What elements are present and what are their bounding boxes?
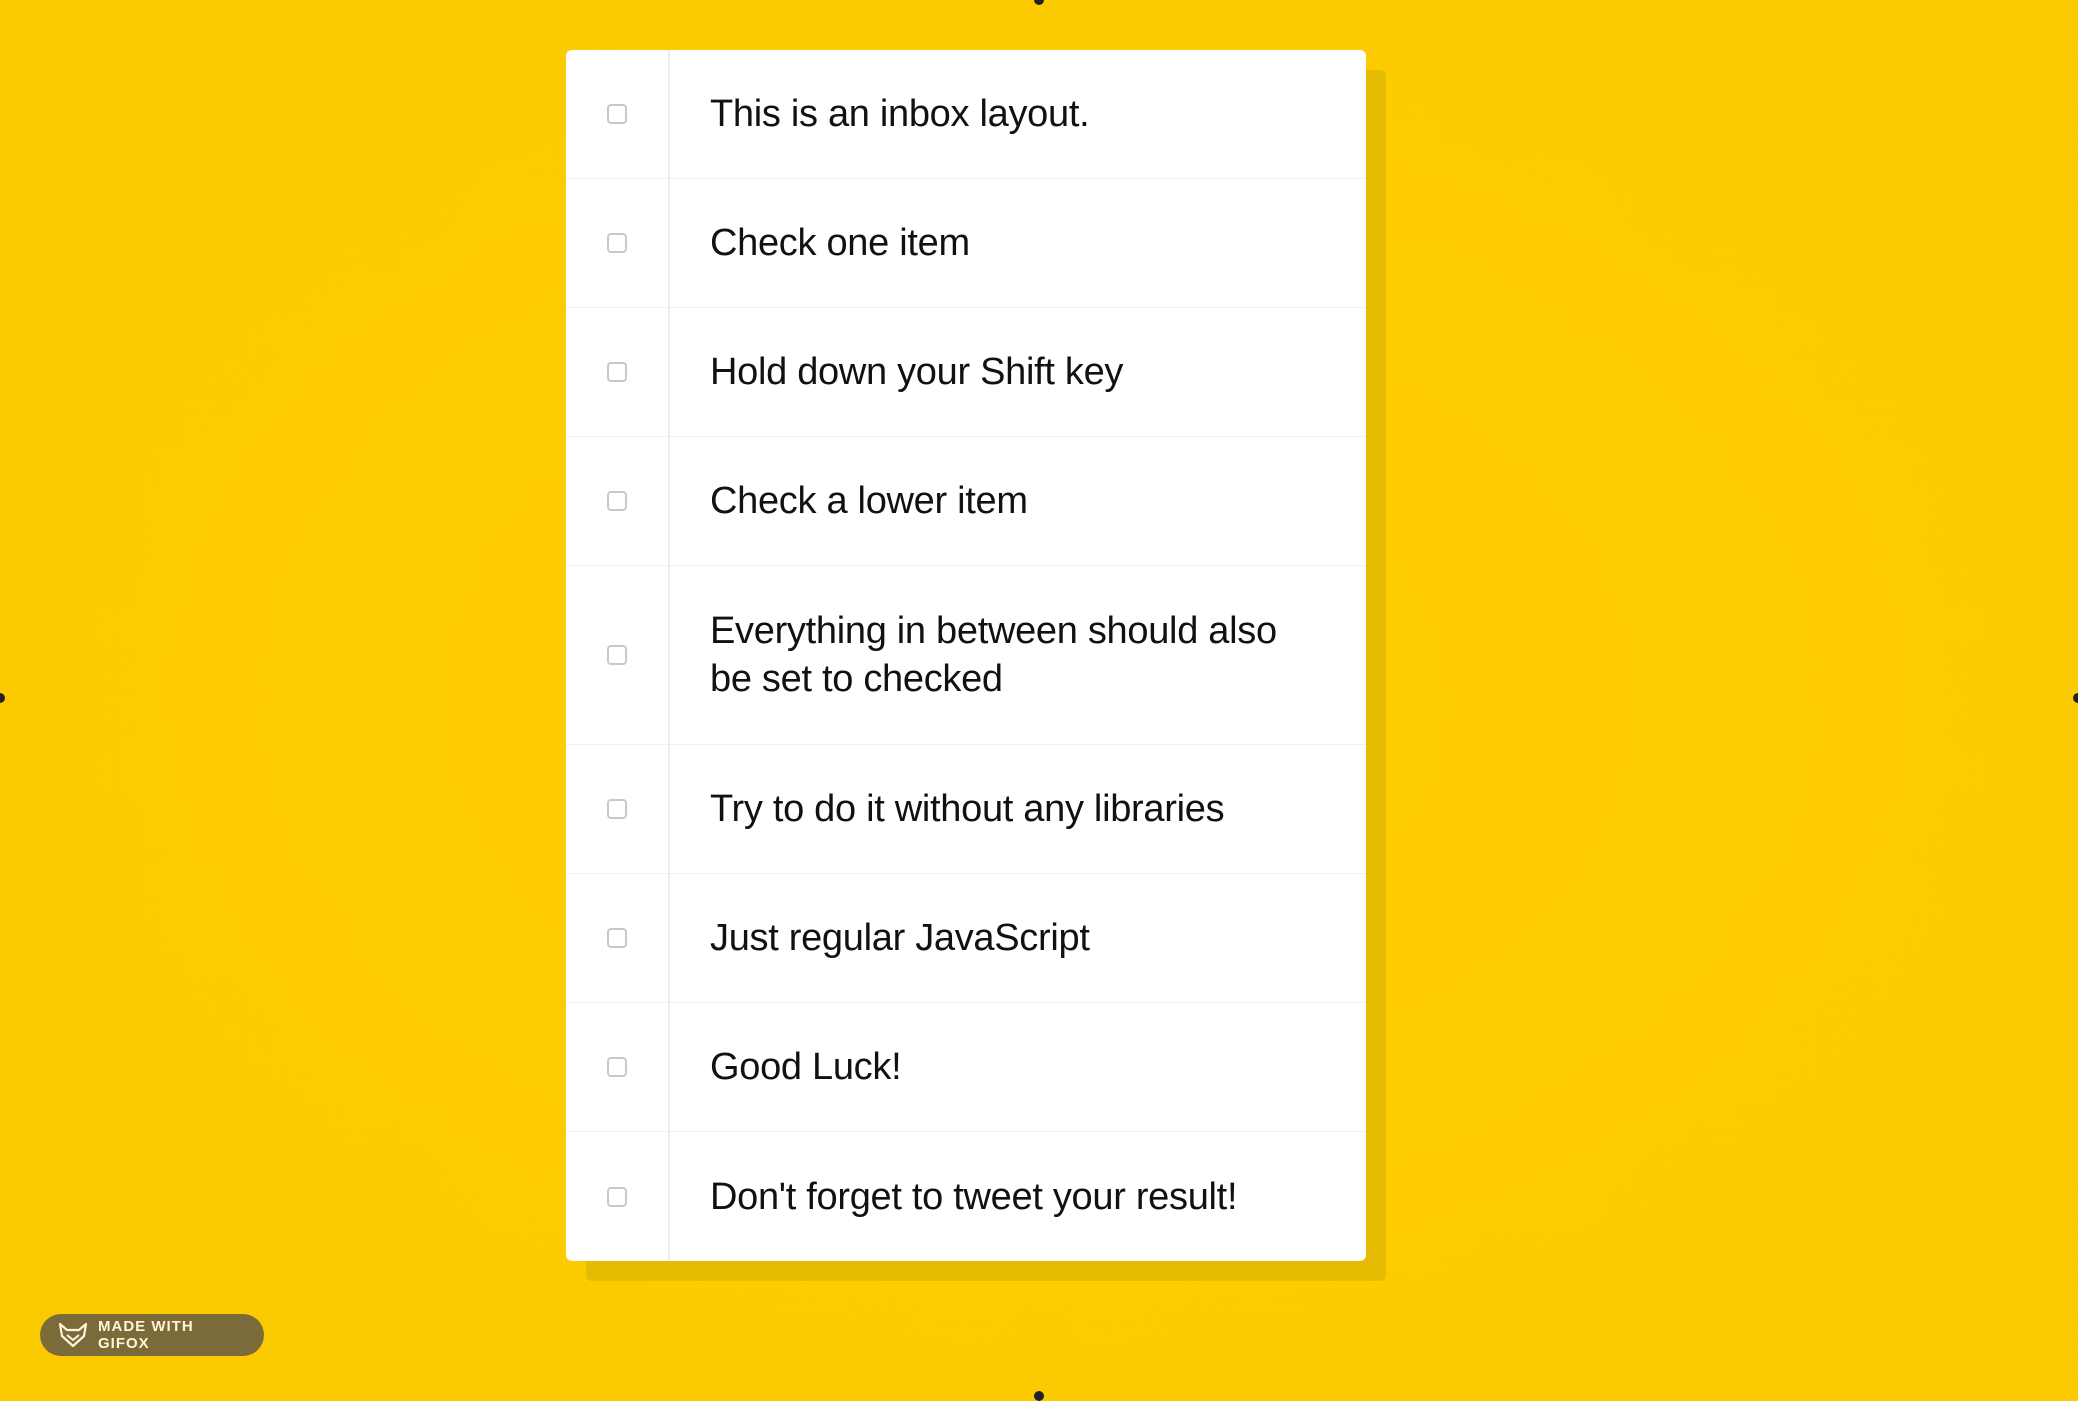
item-checkbox[interactable] — [607, 928, 627, 948]
list-item[interactable]: Check a lower item — [566, 437, 1366, 566]
list-item[interactable]: Try to do it without any libraries — [566, 745, 1366, 874]
item-label: Check a lower item — [710, 480, 1028, 522]
list-item[interactable]: Check one item — [566, 179, 1366, 308]
resize-handle-bottom[interactable] — [1034, 1391, 1044, 1401]
resize-handle-top[interactable] — [1034, 0, 1044, 5]
item-label: Don't forget to tweet your result! — [710, 1175, 1238, 1218]
list-item[interactable]: Everything in between should also be set… — [566, 566, 1366, 745]
item-checkbox[interactable] — [607, 491, 627, 511]
item-checkbox[interactable] — [607, 1057, 627, 1077]
item-label: Try to do it without any libraries — [710, 788, 1225, 830]
checkbox-cell[interactable] — [566, 745, 670, 873]
item-checkbox[interactable] — [607, 1186, 627, 1207]
checkbox-cell[interactable] — [566, 50, 670, 178]
item-label: Everything in between should also be set… — [710, 610, 1277, 700]
list-item[interactable]: Just regular JavaScript — [566, 874, 1366, 1003]
inbox: This is an inbox layout. Check one item … — [566, 50, 1366, 1261]
badge-label: MADE WITH GIFOX — [98, 1318, 194, 1352]
item-checkbox[interactable] — [607, 233, 627, 253]
resize-handle-left[interactable] — [0, 693, 5, 703]
item-label: Hold down your Shift key — [710, 351, 1124, 393]
list-item[interactable]: Good Luck! — [566, 1003, 1366, 1132]
item-label: This is an inbox layout. — [710, 93, 1090, 135]
item-label: Just regular JavaScript — [710, 917, 1090, 959]
resize-handle-right[interactable] — [2073, 693, 2078, 703]
list-item[interactable]: Don't forget to tweet your result! — [566, 1132, 1366, 1261]
item-checkbox[interactable] — [607, 104, 627, 124]
item-checkbox[interactable] — [607, 362, 627, 382]
checkbox-cell[interactable] — [566, 874, 670, 1002]
inbox-container: This is an inbox layout. Check one item … — [566, 50, 1386, 1281]
item-label: Good Luck! — [710, 1046, 902, 1088]
item-label: Check one item — [710, 222, 970, 264]
checkbox-cell[interactable] — [566, 1132, 670, 1261]
checkbox-cell[interactable] — [566, 179, 670, 307]
list-item[interactable]: Hold down your Shift key — [566, 308, 1366, 437]
checkbox-cell[interactable] — [566, 308, 670, 436]
checkbox-cell[interactable] — [566, 1003, 670, 1131]
item-checkbox[interactable] — [607, 799, 627, 819]
checkbox-cell[interactable] — [566, 566, 670, 744]
made-with-gifox-badge[interactable]: MADE WITH GIFOX — [40, 1314, 264, 1356]
fox-icon — [58, 1322, 88, 1348]
item-checkbox[interactable] — [607, 645, 627, 665]
checkbox-cell[interactable] — [566, 437, 670, 565]
list-item[interactable]: This is an inbox layout. — [566, 50, 1366, 179]
